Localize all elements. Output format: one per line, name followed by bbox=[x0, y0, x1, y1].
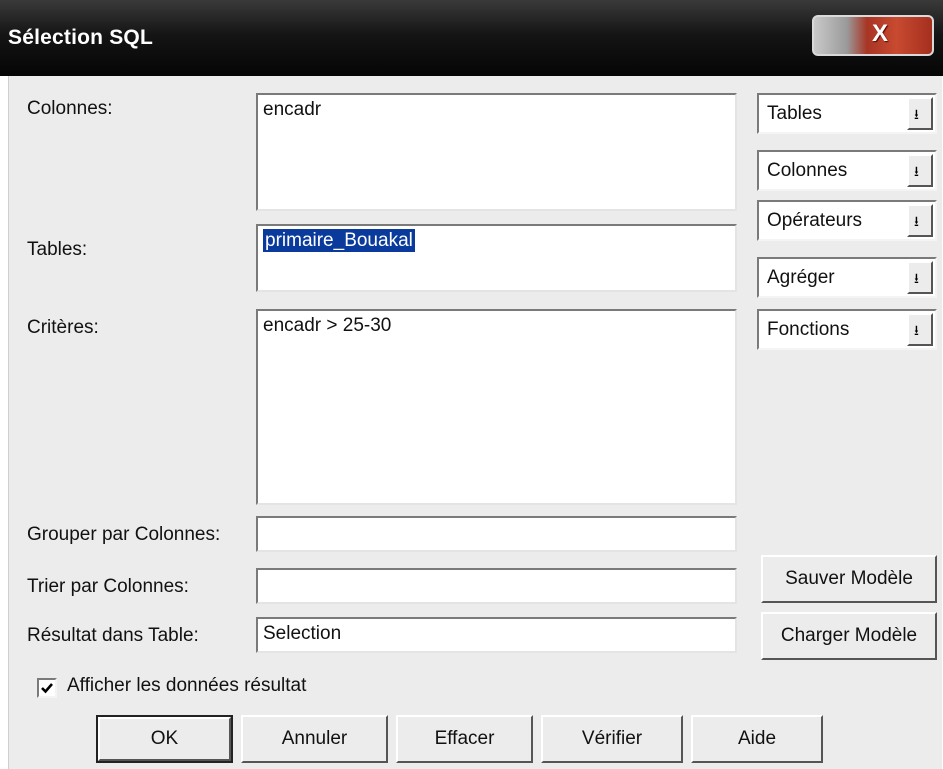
clear-label: Effacer bbox=[434, 728, 495, 749]
show-results-label: Afficher les données résultat bbox=[67, 675, 307, 696]
show-results-checkbox[interactable] bbox=[37, 678, 57, 698]
tables-label: Tables: bbox=[27, 239, 88, 260]
trier-label: Trier par Colonnes: bbox=[27, 576, 189, 597]
tables-field[interactable]: primaire_Bouakal bbox=[256, 224, 737, 292]
tables-dropdown-arrow[interactable]: ⭳ bbox=[907, 97, 933, 130]
cancel-button[interactable]: Annuler bbox=[241, 715, 388, 763]
agreger-dropdown-label: Agréger bbox=[767, 267, 835, 288]
window-title: Sélection SQL bbox=[8, 26, 153, 49]
arrow-down-icon: ⭳ bbox=[914, 270, 919, 286]
colonnes-dropdown-arrow[interactable]: ⭳ bbox=[907, 154, 933, 187]
save-template-label: Sauver Modèle bbox=[785, 568, 913, 589]
fonctions-dropdown-arrow[interactable]: ⭳ bbox=[907, 313, 933, 346]
criteres-label: Critères: bbox=[27, 317, 99, 338]
close-icon: X bbox=[872, 20, 889, 47]
resultat-label: Résultat dans Table: bbox=[27, 625, 199, 646]
operateurs-dropdown[interactable]: Opérateurs ⭳ bbox=[757, 200, 937, 241]
close-button[interactable]: X bbox=[812, 15, 934, 56]
checkmark-icon bbox=[41, 683, 53, 694]
colonnes-field[interactable]: encadr bbox=[256, 93, 737, 211]
help-label: Aide bbox=[737, 728, 777, 749]
operateurs-dropdown-arrow[interactable]: ⭳ bbox=[907, 204, 933, 237]
dialog-body: Colonnes: Tables: Critères: Grouper par … bbox=[8, 76, 942, 769]
load-template-button[interactable]: Charger Modèle bbox=[761, 612, 937, 660]
agreger-dropdown[interactable]: Agréger ⭳ bbox=[757, 257, 937, 298]
colonnes-label: Colonnes: bbox=[27, 98, 113, 119]
operateurs-dropdown-label: Opérateurs bbox=[767, 210, 863, 231]
fonctions-dropdown-label: Fonctions bbox=[767, 319, 850, 340]
verify-button[interactable]: Vérifier bbox=[541, 715, 683, 763]
dialog-window: Sélection SQL X Colonnes: Tables: Critèr… bbox=[0, 0, 943, 769]
criteres-field[interactable]: encadr > 25-30 bbox=[256, 309, 737, 505]
tables-dropdown-label: Tables bbox=[767, 103, 822, 124]
title-bar[interactable]: Sélection SQL X bbox=[0, 0, 943, 76]
grouper-field[interactable] bbox=[256, 516, 737, 552]
tables-dropdown[interactable]: Tables ⭳ bbox=[757, 93, 937, 134]
ok-label: OK bbox=[150, 728, 179, 749]
clear-button[interactable]: Effacer bbox=[396, 715, 533, 763]
arrow-down-icon: ⭳ bbox=[914, 163, 919, 179]
colonnes-dropdown-label: Colonnes bbox=[767, 160, 848, 181]
verify-label: Vérifier bbox=[581, 728, 643, 749]
load-template-label: Charger Modèle bbox=[780, 625, 918, 646]
help-button[interactable]: Aide bbox=[691, 715, 823, 763]
save-template-button[interactable]: Sauver Modèle bbox=[761, 555, 937, 603]
arrow-down-icon: ⭳ bbox=[914, 322, 919, 338]
resultat-field[interactable]: Selection bbox=[256, 617, 737, 653]
tables-field-selected-text: primaire_Bouakal bbox=[263, 229, 415, 252]
ok-button[interactable]: OK bbox=[96, 715, 233, 763]
fonctions-dropdown[interactable]: Fonctions ⭳ bbox=[757, 309, 937, 350]
cancel-label: Annuler bbox=[281, 728, 348, 749]
agreger-dropdown-arrow[interactable]: ⭳ bbox=[907, 261, 933, 294]
arrow-down-icon: ⭳ bbox=[914, 213, 919, 229]
grouper-label: Grouper par Colonnes: bbox=[27, 524, 221, 545]
arrow-down-icon: ⭳ bbox=[914, 106, 919, 122]
trier-field[interactable] bbox=[256, 568, 737, 604]
colonnes-dropdown[interactable]: Colonnes ⭳ bbox=[757, 150, 937, 191]
